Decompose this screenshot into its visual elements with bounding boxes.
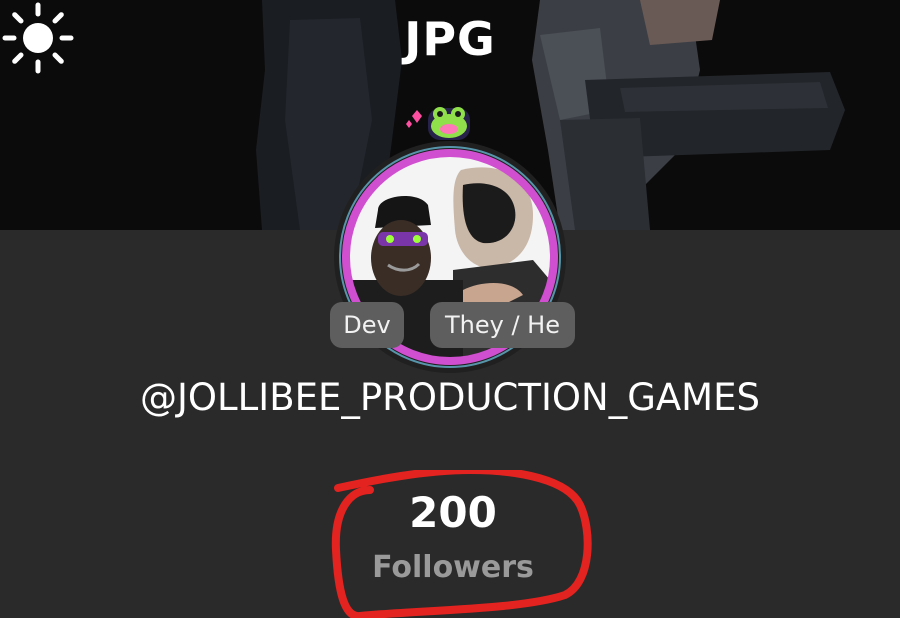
followers-label: Followers: [372, 550, 534, 585]
followers-count: 200: [409, 488, 497, 537]
frog-icon: [406, 107, 470, 140]
profile-page: JPG Dev They / He @JOLLIBEE_PRODUCTION_G…: [0, 0, 900, 618]
username: @JOLLIBEE_PRODUCTION_GAMES: [140, 376, 760, 419]
pronouns-badge: They / He: [430, 302, 575, 348]
role-badge: Dev: [330, 302, 404, 348]
followers-stat[interactable]: 200 Followers: [330, 470, 596, 618]
display-name: JPG: [404, 12, 496, 66]
sun-icon[interactable]: [0, 0, 76, 76]
